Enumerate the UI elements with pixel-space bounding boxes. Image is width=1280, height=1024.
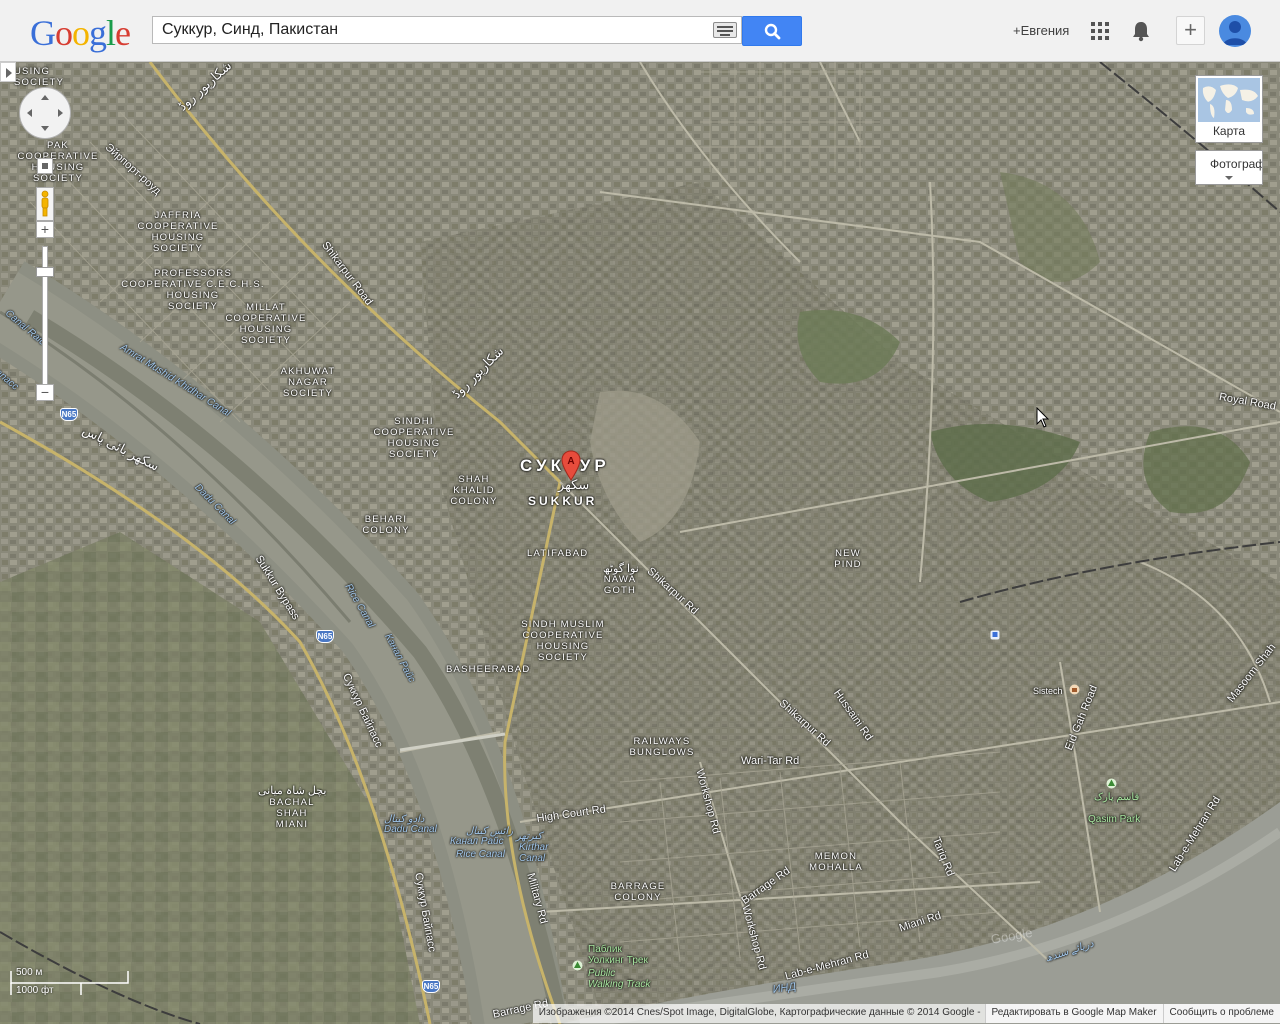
- map-label-kirthar: Kirthar Canal: [519, 842, 549, 864]
- map-type-map-button[interactable]: Карта: [1195, 75, 1263, 143]
- map-label-bachal-urdu: بچل شاہ میانی: [258, 785, 327, 797]
- logo-letter: e: [115, 13, 131, 53]
- school-poi-icon[interactable]: [1069, 684, 1080, 695]
- avatar[interactable]: [1219, 15, 1251, 47]
- map-label-basheerabad: BASHEERABAD: [446, 664, 531, 675]
- notifications-bell-icon[interactable]: [1131, 20, 1151, 42]
- map-label-rice-canal-2: Rice Canal: [456, 849, 505, 860]
- map-label-rais-urdu: رائس کینال: [466, 826, 514, 837]
- map-label-railways: RAILWAYS BUNGLOWS: [629, 736, 695, 758]
- transit-poi-icon[interactable]: [990, 630, 1000, 640]
- share-plus-button[interactable]: +: [1176, 16, 1205, 45]
- pegman-icon: [41, 190, 49, 217]
- pan-arrows-icon: [27, 95, 63, 131]
- map-label-kirthar-urdu: کیرتھر: [516, 831, 543, 842]
- map-label-wari-tar-rd: Wari-Tar Rd: [741, 755, 800, 767]
- user-avatar-icon: [1223, 21, 1247, 45]
- chevron-down-icon: [1225, 176, 1233, 180]
- map-label-jafferia: JAFFRIA COOPERATIVE HOUSING SOCIETY: [137, 210, 219, 254]
- scale-metric: 500 м: [16, 967, 43, 978]
- search-input[interactable]: [153, 17, 703, 43]
- zoom-in-button[interactable]: +: [36, 221, 54, 238]
- pan-control[interactable]: [19, 87, 71, 139]
- map-label-latifabad: LATIFABAD: [527, 548, 589, 559]
- satellite-map[interactable]: USING SOCIETY PAK COOPERATIVE HOUSING SO…: [0, 62, 1280, 1024]
- logo-letter: G: [30, 13, 56, 53]
- mouse-cursor-icon: [1036, 407, 1050, 428]
- map-label-housing-top: USING SOCIETY: [14, 66, 65, 88]
- highway-shield-n65: N65: [60, 408, 78, 421]
- park-poi-icon[interactable]: [1106, 778, 1117, 789]
- map-label-public-walk: Паблик Уолкинг Трек: [588, 944, 648, 966]
- report-problem-link[interactable]: Сообщить о проблеме: [1162, 1004, 1280, 1023]
- world-map-icon: [1202, 84, 1258, 118]
- map-label-new-pind: NEW PIND: [834, 548, 862, 570]
- apps-grid-icon[interactable]: [1091, 22, 1109, 40]
- side-panel-toggle[interactable]: [0, 62, 16, 82]
- edit-in-map-maker-link[interactable]: Редактировать в Google Map Maker: [984, 1004, 1163, 1023]
- map-label-public-walk-en: Public Walking Track: [588, 968, 651, 990]
- map-scale[interactable]: 500 м 1000 фт: [10, 967, 130, 997]
- map-label-nawa-goth: NAWA GOTH: [603, 574, 637, 596]
- scale-imperial: 1000 фт: [16, 985, 54, 996]
- zoom-out-button[interactable]: −: [36, 384, 54, 401]
- map-label-sistech: Sistech: [1033, 686, 1063, 696]
- map-label-qasim-park: Qasim Park: [1088, 814, 1141, 825]
- logo-letter: o: [72, 13, 90, 53]
- locate-icon: [42, 163, 48, 169]
- map-label-dadu-canal-2: Dadu Canal: [384, 824, 437, 835]
- map-label-kanal-rais: Канал Райс: [450, 836, 504, 847]
- highway-shield-n65: N65: [422, 980, 440, 993]
- keyboard-icon[interactable]: [713, 22, 737, 38]
- logo-letter: o: [55, 13, 73, 53]
- map-label-millat: MILLAT COOPERATIVE HOUSING SOCIETY: [225, 302, 307, 346]
- user-profile-link[interactable]: +Евгения: [1013, 23, 1069, 38]
- map-footer: Изображения ©2014 Cnes/Spot Image, Digit…: [532, 1004, 1280, 1023]
- attribution-text: Изображения ©2014 Cnes/Spot Image, Digit…: [532, 1004, 985, 1023]
- map-label-sindhi: SINDHI COOPERATIVE HOUSING SOCIETY: [373, 416, 455, 460]
- top-bar: Google +Евгения +: [0, 0, 1280, 62]
- location-marker-icon[interactable]: A: [561, 450, 581, 482]
- map-label-memon: MEMON MOHALLA: [809, 851, 863, 873]
- street-view-pegman[interactable]: [36, 187, 54, 221]
- map-label-qasim-urdu: قاسم پارک: [1094, 792, 1140, 803]
- map-imagery: [0, 62, 1280, 1024]
- map-label-behari: BEHARI COLONY: [362, 514, 410, 536]
- map-thumbnail: [1198, 78, 1260, 122]
- map-type-satellite-button[interactable]: Фотограф: [1195, 150, 1263, 185]
- zoom-slider-handle[interactable]: [36, 267, 54, 277]
- map-type-satellite-label: Фотограф: [1210, 157, 1263, 171]
- map-label-sindh-muslim: SINDH MUSLIM COOPERATIVE HOUSING SOCIETY: [521, 619, 605, 663]
- map-label-shah-khalid: SHAH KHALID COLONY: [450, 474, 498, 507]
- my-location-button[interactable]: [37, 158, 53, 174]
- map-label-bachal: BACHAL SHAH MIANI: [269, 797, 315, 830]
- logo-letter: l: [106, 13, 116, 53]
- logo-letter: g: [89, 13, 107, 53]
- map-label-akhuwat: AKHUWAT NAGAR SOCIETY: [280, 366, 336, 399]
- search-button[interactable]: [742, 16, 802, 46]
- chevron-right-icon: [6, 68, 12, 78]
- map-label-pak-housing: PAK COOPERATIVE HOUSING SOCIETY: [17, 140, 99, 184]
- marker-label: A: [567, 456, 574, 467]
- google-logo[interactable]: Google: [30, 12, 131, 54]
- search-box: [152, 16, 742, 44]
- highway-shield-n65: N65: [316, 630, 334, 643]
- map-label-barrage-colony: BARRAGE COLONY: [610, 881, 666, 903]
- park-poi-icon[interactable]: [572, 960, 583, 971]
- map-label-city-en: SUKKUR: [528, 494, 598, 508]
- search-icon: [764, 23, 781, 40]
- map-type-map-label: Карта: [1212, 124, 1246, 138]
